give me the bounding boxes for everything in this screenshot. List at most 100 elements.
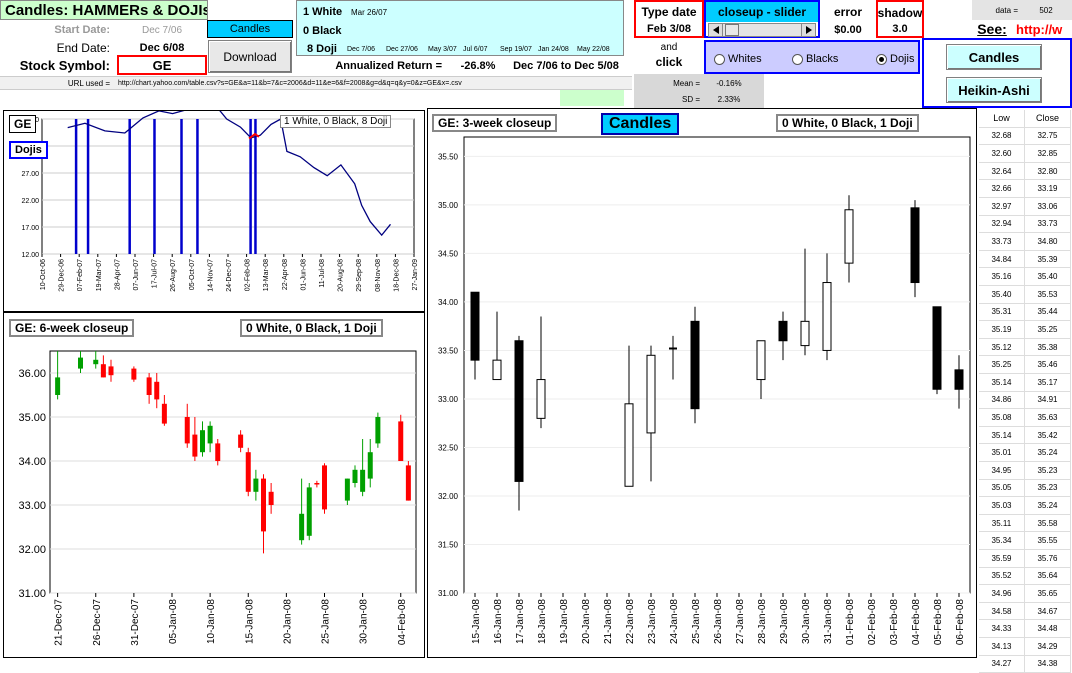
three-week-candle-body [822, 282, 832, 351]
six-week-candle-body [238, 434, 244, 448]
six-week-x-tick: 10-Jan-08 [206, 599, 217, 644]
table-cell-close: 35.76 [1025, 550, 1071, 568]
see-link[interactable]: http://w [1016, 20, 1072, 38]
six-week-x-tick: 31-Dec-07 [130, 599, 141, 646]
three-week-candle-body [470, 291, 480, 361]
six-week-candle-body [131, 368, 137, 380]
table-cell-low: 35.03 [979, 497, 1025, 515]
type-date-value[interactable]: Feb 3/08 [636, 22, 702, 36]
radio-whites-circle[interactable] [714, 53, 725, 65]
annualized-return-label: Annualized Return = [335, 60, 442, 72]
radio-whites[interactable]: Whites [714, 52, 762, 66]
table-cell-low: 35.14 [979, 374, 1025, 392]
three-week-x-tick: 22-Jan-08 [625, 599, 636, 644]
stock-symbol-value: GE [152, 57, 172, 73]
overview-legend: 1 White, 0 Black, 8 Doji [280, 115, 392, 128]
three-week-y-tick: 34.00 [438, 298, 459, 307]
table-cell-close: 34.91 [1025, 391, 1071, 410]
radio-blacks-circle[interactable] [792, 53, 803, 65]
table-cell-close: 35.23 [1025, 479, 1071, 498]
url-green-cell [560, 90, 624, 106]
overview-x-tick: 14-Nov-07 [207, 259, 214, 292]
radio-dojis[interactable]: Dojis [876, 52, 914, 66]
title-bar: Candles: HAMMERs & DOJIs [0, 0, 208, 20]
error-label: error [833, 5, 862, 19]
download-button[interactable]: Download [208, 40, 292, 73]
table-cell-low: 35.16 [979, 268, 1025, 286]
table-cell-low: 35.08 [979, 409, 1025, 427]
three-week-chart-svg: 31.00 31.50 32.00 32.50 33.00 33.50 34.00 34.50… [438, 136, 971, 645]
shadow-value[interactable]: 3.0 [878, 22, 922, 36]
three-week-x-tick: 18-Jan-08 [537, 599, 548, 644]
three-week-x-tick: 31-Jan-08 [823, 599, 834, 644]
table-cell-low: 35.31 [979, 303, 1025, 322]
three-week-candle-body [778, 320, 788, 342]
overview-x-tick: 07-Jun-07 [133, 259, 140, 291]
slider-right-arrow-icon[interactable] [801, 24, 815, 36]
overview-x-tick: 26-Aug-07 [170, 259, 177, 292]
six-week-candle-body [352, 469, 358, 483]
overview-x-tick: 27-Jan-09 [412, 259, 419, 291]
table-cell-low: 32.94 [979, 215, 1025, 234]
table-cell-close: 34.67 [1025, 602, 1071, 621]
table-cell-low: 32.97 [979, 198, 1025, 216]
type-date-box: Type date Feb 3/08 [634, 0, 704, 38]
tab-candles[interactable]: Candles [207, 20, 293, 38]
overview-x-tick: 07-Feb-07 [77, 259, 84, 291]
table-cell-close: 34.38 [1025, 655, 1071, 673]
slider-left-arrow-icon[interactable] [709, 24, 723, 36]
table-cell-close: 34.48 [1025, 620, 1071, 638]
six-week-x-tick: 15-Jan-08 [244, 599, 255, 644]
date-3: Jul 6/07 [463, 46, 488, 53]
six-week-candle-body [261, 478, 266, 532]
first-date: Mar 26/07 [351, 7, 388, 17]
table-cell-close: 33.73 [1025, 215, 1071, 234]
overview-plot-area [41, 118, 415, 255]
table-cell-low: 35.40 [979, 286, 1025, 304]
table-cell-close: 35.64 [1025, 567, 1071, 586]
six-week-candle-body [215, 443, 221, 461]
six-week-candle-body [367, 452, 373, 479]
six-week-chart-svg: 31.00 32.00 33.00 34.00 35.00 36.00 21-Dec-07 2… [18, 350, 417, 646]
six-week-x-tick: 05-Jan-08 [168, 599, 179, 644]
end-date-value[interactable]: Dec 6/08 [118, 40, 206, 56]
three-week-y-tick: 31.50 [438, 540, 459, 549]
six-week-candle-body [192, 434, 198, 457]
start-date-value[interactable]: Dec 7/06 [118, 22, 206, 38]
three-week-candle-body [690, 320, 700, 410]
page-title: Candles: HAMMERs & DOJIs [5, 1, 208, 19]
overview-x-tick: 29-Sep-08 [356, 259, 363, 292]
three-week-x-tick: 17-Jan-08 [515, 599, 526, 644]
summary-panel: 1 White Mar 26/07 0 Black 8 Doji Dec 7/0… [296, 0, 624, 56]
table-cell-close: 35.42 [1025, 426, 1071, 445]
date-6: May 22/08 [577, 46, 610, 53]
slider-track[interactable] [708, 23, 816, 37]
overview-x-tick: 20-Aug-08 [338, 259, 345, 292]
heikin-ashi-button[interactable]: Heikin-Ashi [946, 77, 1042, 103]
three-week-x-tick: 15-Jan-08 [471, 599, 482, 644]
arrow-right-glyph [805, 26, 812, 34]
slider-thumb[interactable] [725, 24, 739, 36]
three-week-candle-body [646, 354, 656, 434]
shadow-label: shadow [878, 6, 922, 20]
six-week-candle-body [55, 377, 61, 395]
six-week-legend: 0 White, 0 Black, 1 Doji [240, 319, 383, 337]
stock-symbol-input[interactable]: GE [117, 55, 207, 75]
radio-blacks[interactable]: Blacks [792, 52, 838, 66]
chart-overview: 12.0017.0022.0027.0032.0037.0010-Oct-062… [3, 110, 425, 312]
six-week-candle-body [322, 465, 327, 510]
radio-dojis-circle-selected[interactable] [876, 53, 887, 65]
table-cell-low: 32.68 [979, 127, 1025, 146]
table-cell-low: 32.60 [979, 145, 1025, 163]
date-4: Sep 19/07 [500, 46, 532, 53]
three-week-candle-body [954, 369, 964, 390]
three-week-x-tick: 19-Jan-08 [559, 599, 570, 644]
overview-x-tick: 02-Feb-08 [245, 259, 252, 291]
sd-value: 2.33% [717, 95, 741, 104]
overview-dojis-label: Dojis [9, 141, 48, 159]
table-cell-close: 35.40 [1025, 268, 1071, 286]
candles-button[interactable]: Candles [946, 44, 1042, 70]
three-week-y-tick: 35.00 [438, 201, 459, 210]
table-cell-low: 34.86 [979, 391, 1025, 410]
end-date-label: End Date: [56, 41, 110, 55]
